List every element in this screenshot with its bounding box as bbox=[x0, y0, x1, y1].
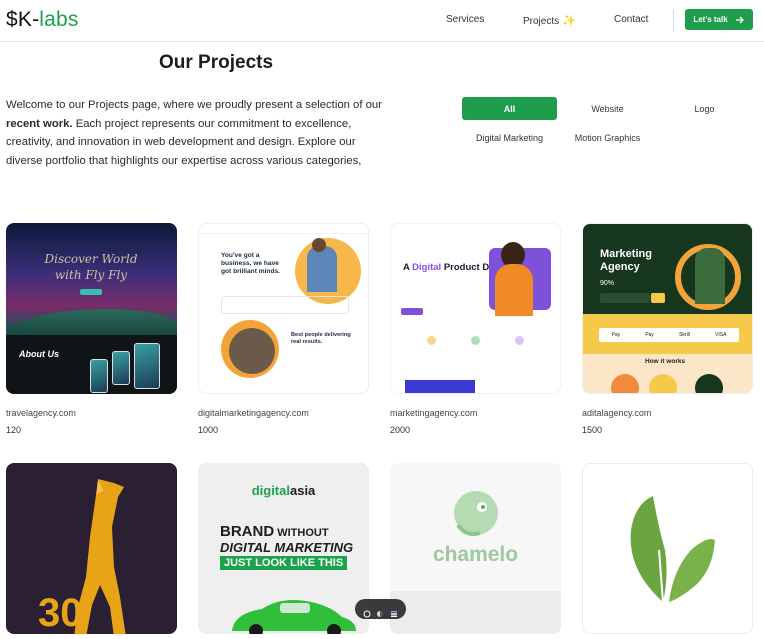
chameleon-icon bbox=[454, 491, 498, 536]
aa-thumb-person bbox=[695, 248, 725, 304]
travel-thumb-about: About Us bbox=[19, 349, 59, 359]
leaf-icon bbox=[630, 496, 715, 603]
project-site-digitalmarketingagency[interactable]: digitalmarketingagency.com bbox=[198, 408, 309, 418]
travel-thumb-phone-3 bbox=[134, 343, 160, 389]
digitalasia-logo-part2: asia bbox=[289, 483, 316, 498]
intro-text-start: Welcome to our Projects page, where we p… bbox=[6, 99, 382, 111]
aa-thumb-step-3 bbox=[695, 374, 723, 393]
project-card-digitalmarketingagency[interactable]: You've got a business, we have got brill… bbox=[198, 223, 369, 394]
arrow-right-icon bbox=[735, 16, 744, 23]
nav-contact[interactable]: Contact bbox=[614, 14, 648, 25]
chamelo-wordmark: chamelo bbox=[432, 543, 519, 566]
page-title: Our Projects bbox=[159, 52, 274, 73]
travel-thumb-button bbox=[80, 289, 102, 295]
project-site-travelagency[interactable]: travelagency.com bbox=[6, 408, 76, 418]
project-value-digitalmarketingagency: 1000 bbox=[198, 425, 219, 435]
aa-thumb-payment-logos: Pay Pay Skrill VISA bbox=[599, 328, 739, 342]
filter-digital-marketing[interactable]: Digital Marketing bbox=[462, 126, 557, 149]
travel-thumb-headline: Discover World with Fly Fly bbox=[44, 252, 138, 282]
aa-thumb-brand-1: Pay bbox=[611, 332, 621, 338]
filter-website[interactable]: Website bbox=[560, 97, 655, 120]
dm-thumb-headline: You've got a business, we have got brill… bbox=[221, 252, 280, 275]
ma-thumb-button bbox=[401, 308, 423, 315]
dm-thumb-person-head bbox=[312, 238, 326, 252]
logo-accent: labs bbox=[39, 8, 79, 31]
travel-thumb-phone-2 bbox=[112, 351, 130, 385]
aa-thumb-input bbox=[600, 293, 650, 303]
logo-prefix: $K- bbox=[6, 8, 40, 31]
giraffe-logo-number: 30 bbox=[38, 591, 83, 634]
digitalasia-logo: digitalasia bbox=[198, 483, 369, 498]
digitalasia-line3: JUST LOOK LIKE THIS bbox=[220, 556, 348, 570]
digitalasia-line1-small: WITHOUT bbox=[274, 527, 329, 539]
project-card-travelagency[interactable]: Discover World with Fly Fly About Us bbox=[6, 223, 177, 394]
chat-bubble-icon[interactable] bbox=[363, 605, 371, 618]
ma-thumb-feature-icon-2 bbox=[471, 336, 480, 345]
ma-thumb-feature-icon-3 bbox=[515, 336, 524, 345]
aa-thumb-brand-4: VISA bbox=[715, 332, 727, 338]
digitalasia-line2: DIGITAL MARKETING bbox=[220, 540, 354, 555]
menu-icon[interactable] bbox=[390, 605, 398, 617]
intro-text-bold: recent work. bbox=[6, 117, 73, 130]
site-header: $K-labs Services Projects ✨ Contact Let's… bbox=[0, 0, 764, 42]
filter-logo[interactable]: Logo bbox=[657, 97, 752, 120]
aa-thumb-step-2 bbox=[649, 374, 677, 393]
travel-thumb-phone-1 bbox=[90, 359, 108, 393]
aa-thumb-percent: 90% bbox=[600, 280, 615, 287]
aa-thumb-step-1 bbox=[611, 374, 639, 393]
ma-thumb-footer-image bbox=[405, 380, 475, 393]
green-car-icon bbox=[232, 600, 356, 634]
toggle-theme-icon[interactable] bbox=[376, 605, 384, 617]
lets-talk-label: Let's talk bbox=[693, 15, 728, 24]
aa-thumb-headline: Marketing Agency bbox=[600, 248, 652, 273]
aa-thumb-how-title: How it works bbox=[645, 358, 686, 365]
project-card-chamelo[interactable]: chamelo bbox=[390, 463, 561, 634]
project-card-aditalagency[interactable]: Marketing Agency 90% Pay Pay Skrill VISA… bbox=[582, 223, 753, 394]
nav-projects-label: Projects bbox=[523, 16, 560, 27]
ma-thumb-person bbox=[495, 264, 533, 316]
digitalasia-line1-main: BRAND bbox=[220, 523, 275, 540]
project-card-giraffe-logo[interactable]: 30 bbox=[6, 463, 177, 634]
project-site-marketingagency[interactable]: marketingagency.com bbox=[390, 408, 477, 418]
aa-thumb-brand-2: Pay bbox=[645, 332, 654, 338]
dm-thumb-logo-strip bbox=[221, 296, 349, 314]
filter-all[interactable]: All bbox=[462, 97, 557, 120]
dm-thumb-subheadline: Best people delivering real results. bbox=[291, 332, 351, 345]
nav-projects[interactable]: Projects ✨ bbox=[523, 14, 576, 27]
ma-thumb-headline-highlight: Digital bbox=[412, 262, 442, 273]
project-card-marketingagency[interactable]: A Digital Product Design Agency bbox=[390, 223, 561, 394]
sparkle-icon: ✨ bbox=[562, 15, 576, 27]
project-site-aditalagency[interactable]: aditalagency.com bbox=[582, 408, 651, 418]
dm-thumb-person bbox=[307, 246, 337, 292]
floating-toolbar[interactable] bbox=[355, 599, 406, 619]
chamelo-footer-shade bbox=[390, 591, 561, 634]
aa-thumb-go-button bbox=[651, 293, 665, 303]
nav-services[interactable]: Services bbox=[446, 14, 484, 25]
project-value-travelagency: 120 bbox=[6, 425, 22, 435]
project-card-digitalasia[interactable]: digitalasia BRAND WITHOUT DIGITAL MARKET… bbox=[198, 463, 369, 634]
digitalasia-line1: BRAND WITHOUT bbox=[220, 523, 329, 540]
filter-motion-graphics[interactable]: Motion Graphics bbox=[560, 126, 655, 149]
project-card-leaf-logo[interactable] bbox=[582, 463, 753, 634]
site-logo[interactable]: $K-labs bbox=[6, 8, 79, 32]
lets-talk-button[interactable]: Let's talk bbox=[685, 9, 753, 30]
nav-divider bbox=[673, 10, 674, 32]
digitalasia-logo-part1: digital bbox=[251, 483, 290, 498]
dm-thumb-navbar bbox=[199, 224, 368, 234]
dm-thumb-team-photo bbox=[229, 328, 275, 374]
ma-thumb-headline-plain: A bbox=[403, 262, 413, 273]
aa-thumb-brand-3: Skrill bbox=[679, 332, 690, 338]
project-value-marketingagency: 2000 bbox=[390, 425, 411, 435]
ma-thumb-feature-icon-1 bbox=[427, 336, 436, 345]
intro-paragraph: Welcome to our Projects page, where we p… bbox=[6, 96, 392, 170]
project-value-aditalagency: 1500 bbox=[582, 425, 603, 435]
